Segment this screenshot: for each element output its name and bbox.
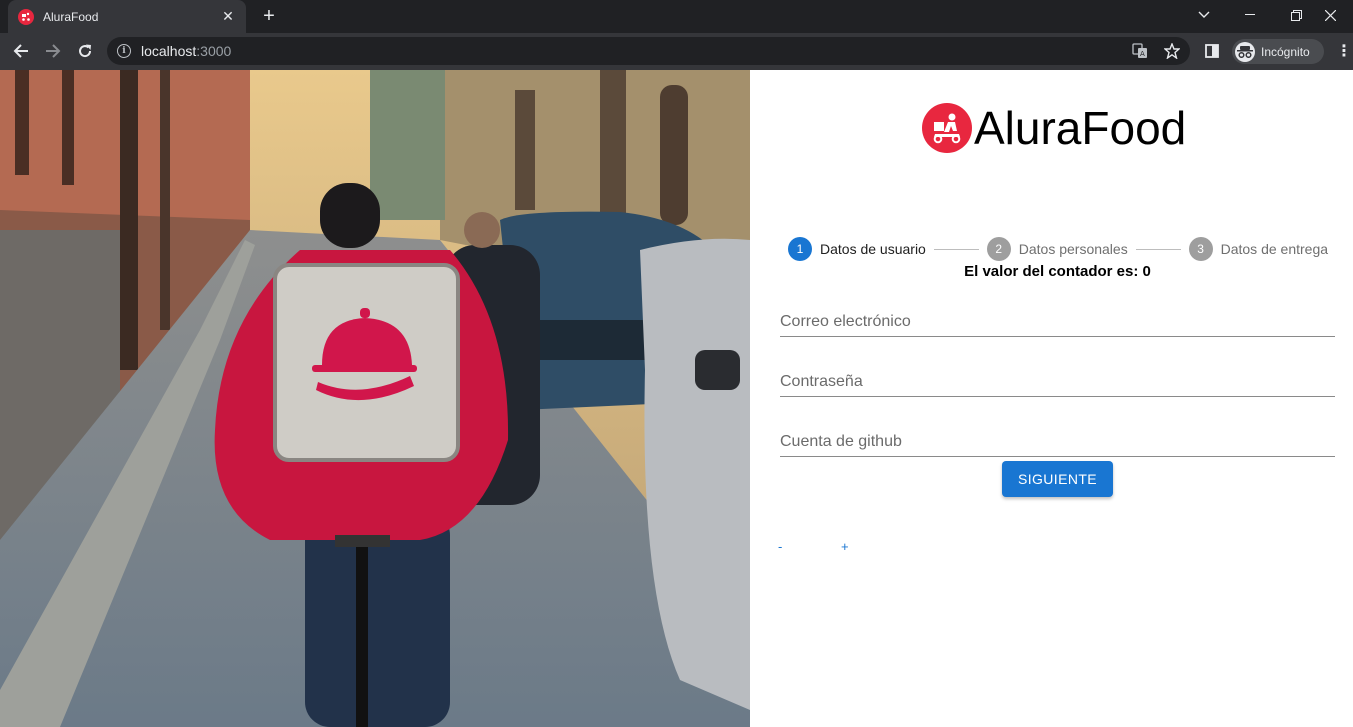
info-icon[interactable]: i (117, 44, 131, 58)
page-viewport: AluraFood 1 Datos de usuario 2 Datos per… (0, 70, 1353, 727)
step-datos-usuario: 1 Datos de usuario (788, 237, 926, 261)
svg-text:A: A (1140, 50, 1145, 58)
password-field[interactable] (780, 367, 1335, 396)
decrement-button[interactable]: - (778, 539, 782, 554)
forward-arrow-icon[interactable] (40, 38, 66, 64)
incognito-profile-button[interactable]: Incógnito (1232, 39, 1324, 64)
counter-text: El valor del contador es: 0 (964, 263, 1151, 280)
github-field[interactable] (780, 427, 1335, 456)
increment-button[interactable]: + (841, 539, 849, 554)
step-number: 3 (1188, 237, 1213, 261)
stepper: 1 Datos de usuario 2 Datos personales 3 … (788, 237, 1328, 261)
step-connector (933, 248, 979, 250)
step-datos-personales: 2 Datos personales (986, 237, 1128, 261)
brand-name: AluraFood (974, 102, 1187, 154)
password-field-wrapper (780, 367, 1335, 397)
close-window-icon[interactable] (1307, 0, 1353, 30)
step-datos-entrega: 3 Datos de entrega (1188, 237, 1329, 261)
minimize-icon[interactable] (1227, 0, 1273, 30)
step-label: Datos de entrega (1220, 241, 1329, 257)
step-connector (1135, 248, 1181, 250)
email-field[interactable] (780, 307, 1335, 336)
step-number: 2 (986, 237, 1011, 261)
signup-panel: AluraFood 1 Datos de usuario 2 Datos per… (750, 70, 1353, 727)
translate-icon[interactable]: A (1131, 43, 1149, 59)
hero-image (0, 70, 750, 727)
more-icon[interactable]: ⋮ (1336, 42, 1352, 62)
address-bar[interactable]: i localhost:3000 A (107, 37, 1190, 65)
step-label: Datos de usuario (820, 241, 926, 257)
back-arrow-icon[interactable] (8, 38, 34, 64)
next-button[interactable]: SIGUIENTE (1002, 461, 1113, 497)
brand-header: AluraFood (922, 102, 1186, 154)
delivery-scooter-icon (922, 103, 972, 153)
star-icon[interactable] (1163, 43, 1181, 59)
step-label: Datos personales (1018, 241, 1128, 257)
side-panel-icon[interactable] (1199, 38, 1225, 64)
github-field-wrapper (780, 427, 1335, 457)
browser-tab[interactable]: AluraFood ✕ (8, 0, 246, 33)
reload-icon[interactable] (72, 38, 98, 64)
tab-search-icon[interactable] (1181, 0, 1227, 30)
step-number: 1 (788, 237, 812, 261)
browser-tabstrip: AluraFood ✕ + (0, 0, 1353, 33)
tab-title: AluraFood (43, 9, 99, 24)
incognito-icon (1235, 41, 1255, 62)
email-field-wrapper (780, 307, 1335, 337)
url-text: localhost:3000 (141, 43, 232, 59)
new-tab-icon[interactable]: + (258, 4, 280, 28)
browser-toolbar: i localhost:3000 A Incógnito ⋮ (0, 33, 1353, 70)
profile-label: Incógnito (1261, 44, 1310, 59)
close-tab-icon[interactable]: ✕ (220, 8, 236, 25)
favicon-icon (18, 8, 34, 25)
